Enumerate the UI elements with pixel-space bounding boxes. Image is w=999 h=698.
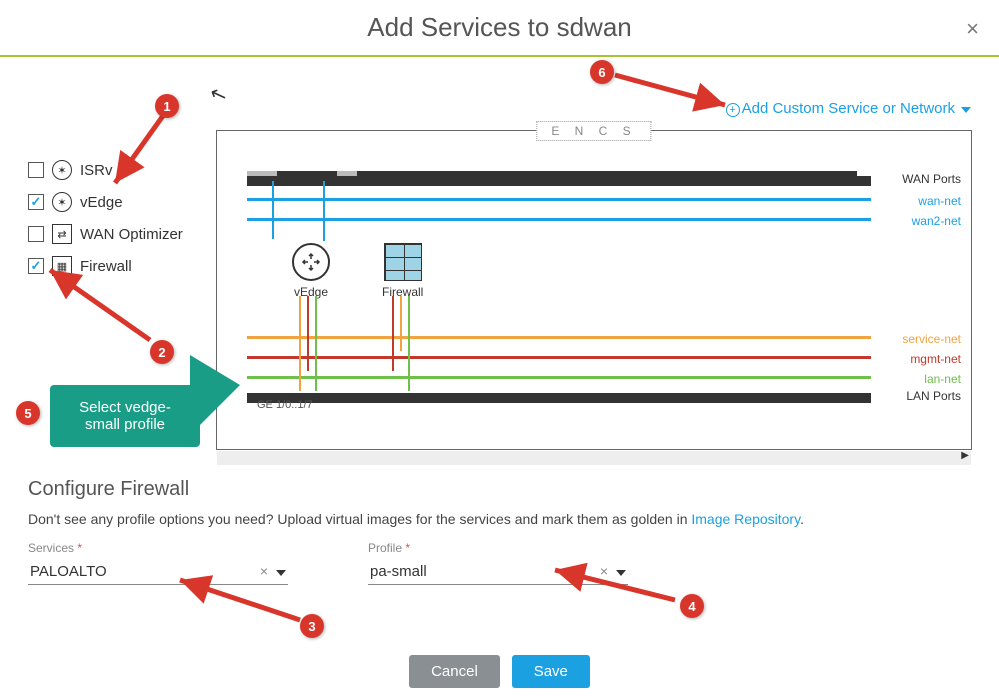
vnf-firewall[interactable]: Firewall (382, 243, 423, 299)
service-item-firewall[interactable]: ▦ Firewall (28, 256, 208, 276)
services-select[interactable]: PALOALTO × (28, 559, 288, 585)
connector (299, 296, 301, 391)
service-label: ISRv (80, 162, 113, 179)
net-line (247, 176, 871, 186)
wan-opt-icon: ⇄ (52, 224, 72, 244)
clear-icon[interactable]: × (600, 563, 608, 579)
router-icon (292, 243, 330, 281)
annotation-marker-5: 5 (16, 401, 40, 425)
cancel-button[interactable]: Cancel (409, 655, 500, 688)
router-icon: ✶ (52, 192, 72, 212)
net-line (247, 218, 871, 221)
callout-tooltip: Select vedge-small profile (50, 385, 200, 447)
connector (272, 181, 274, 239)
configure-section: Configure Firewall Don't see any profile… (28, 478, 971, 585)
net-label: WAN Ports (902, 172, 961, 186)
topology-diagram: E N C S WAN Portswan-netwan2-netservice-… (216, 130, 972, 450)
connector (408, 296, 410, 391)
field-value: PALOALTO (30, 563, 107, 580)
net-label: LAN Ports (906, 389, 961, 403)
checkbox-vedge[interactable] (28, 194, 44, 210)
checkbox-firewall[interactable] (28, 258, 44, 274)
horizontal-scrollbar[interactable] (217, 451, 971, 465)
net-line (247, 198, 871, 201)
dialog-header: Add Services to sdwan × (0, 0, 999, 57)
annotation-marker-3: 3 (300, 614, 324, 638)
help-text: Don't see any profile options you need? … (28, 511, 971, 527)
net-label: service-net (902, 332, 961, 346)
router-icon: ✶ (52, 160, 72, 180)
annotation-marker-6: 6 (590, 60, 614, 84)
net-line (247, 393, 871, 403)
net-label: mgmt-net (910, 352, 961, 366)
service-item-isrv[interactable]: ✶ ISRv (28, 160, 208, 180)
service-item-wanopt[interactable]: ⇄ WAN Optimizer (28, 224, 208, 244)
checkbox-isrv[interactable] (28, 162, 44, 178)
add-custom-service-link[interactable]: +Add Custom Service or Network (726, 100, 971, 117)
service-label: vEdge (80, 194, 123, 211)
service-item-vedge[interactable]: ✶ vEdge (28, 192, 208, 212)
profile-field: Profile * pa-small × (368, 541, 628, 585)
profile-select[interactable]: pa-small × (368, 559, 628, 585)
net-line (247, 336, 871, 339)
net-line (247, 376, 871, 379)
chevron-down-icon[interactable] (616, 563, 626, 580)
close-icon[interactable]: × (966, 16, 979, 42)
connector (315, 296, 317, 391)
save-button[interactable]: Save (512, 655, 590, 688)
annotation-marker-1: 1 (155, 94, 179, 118)
help-pre: Don't see any profile options you need? … (28, 511, 691, 527)
dialog-footer: Cancel Save (0, 655, 999, 688)
annotation-marker-2: 2 (150, 340, 174, 364)
net-label: lan-net (924, 372, 961, 386)
dialog-title: Add Services to sdwan (0, 12, 999, 43)
connector (392, 296, 394, 371)
vnf-label: Firewall (382, 285, 423, 299)
net-line (247, 356, 871, 359)
vnf-vedge[interactable]: vEdge (292, 243, 330, 299)
field-label: Profile * (368, 541, 628, 555)
configure-heading: Configure Firewall (28, 478, 971, 501)
connector (323, 181, 325, 241)
connector (400, 296, 402, 351)
field-label: Services * (28, 541, 288, 555)
services-field: Services * PALOALTO × (28, 541, 288, 585)
checkbox-wanopt[interactable] (28, 226, 44, 242)
firewall-icon: ▦ (52, 256, 72, 276)
plus-circle-icon: + (726, 103, 740, 117)
connector (307, 296, 309, 371)
service-label: Firewall (80, 258, 132, 275)
port-range-label: GE 1/0..1/7 (257, 399, 313, 411)
firewall-icon (384, 243, 422, 281)
net-label: wan-net (918, 194, 961, 208)
net-label: wan2-net (912, 214, 961, 228)
clear-icon[interactable]: × (260, 563, 268, 579)
annotation-marker-4: 4 (680, 594, 704, 618)
add-custom-label: Add Custom Service or Network (742, 100, 955, 117)
chassis-label: E N C S (536, 121, 651, 141)
field-value: pa-small (370, 563, 427, 580)
help-post: . (800, 511, 804, 527)
cursor-icon: ↖ (206, 80, 230, 109)
service-label: WAN Optimizer (80, 226, 183, 243)
service-list: ✶ ISRv ✶ vEdge ⇄ WAN Optimizer ▦ Firewal… (28, 160, 208, 288)
chevron-down-icon[interactable] (276, 563, 286, 580)
image-repository-link[interactable]: Image Repository (691, 511, 800, 527)
chevron-down-icon (961, 107, 971, 113)
